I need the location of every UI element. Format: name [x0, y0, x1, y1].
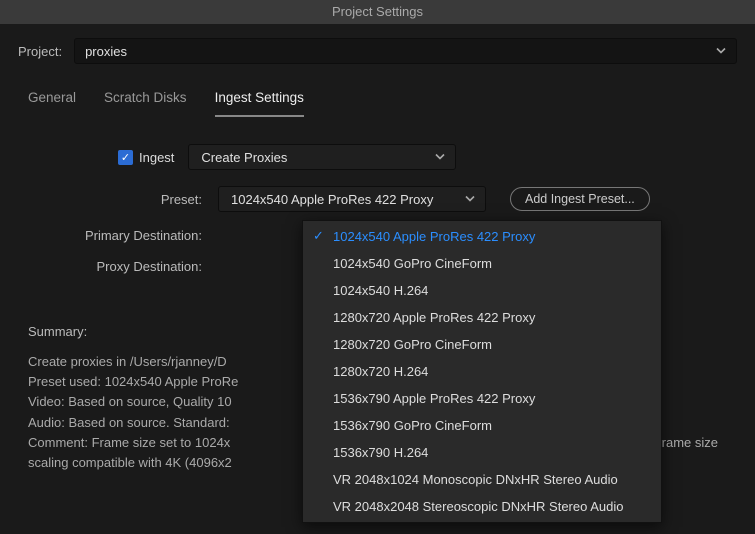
- preset-option[interactable]: 1536x790 Apple ProRes 422 Proxy: [303, 385, 661, 412]
- summary-line: Comment: Frame size set to 1024x: [28, 433, 230, 453]
- tab-general[interactable]: General: [28, 84, 76, 117]
- project-value: proxies: [85, 44, 127, 59]
- content-area: Project: proxies General Scratch Disks I…: [0, 24, 755, 473]
- preset-dropdown-menu: 1024x540 Apple ProRes 422 Proxy 1024x540…: [302, 220, 662, 523]
- chevron-down-icon: [716, 44, 726, 59]
- ingest-mode-value: Create Proxies: [201, 150, 287, 165]
- preset-option[interactable]: 1024x540 GoPro CineForm: [303, 250, 661, 277]
- ingest-checkbox[interactable]: ✓: [118, 150, 133, 165]
- preset-option[interactable]: 1280x720 H.264: [303, 358, 661, 385]
- preset-option[interactable]: 1536x790 GoPro CineForm: [303, 412, 661, 439]
- window-titlebar: Project Settings: [0, 0, 755, 24]
- preset-option[interactable]: 1280x720 GoPro CineForm: [303, 331, 661, 358]
- preset-label: Preset:: [28, 192, 208, 207]
- preset-option[interactable]: VR 2048x2048 Stereoscopic DNxHR Stereo A…: [303, 493, 661, 520]
- preset-row: Preset: 1024x540 Apple ProRes 422 Proxy …: [28, 186, 727, 212]
- project-select[interactable]: proxies: [74, 38, 737, 64]
- window-title: Project Settings: [332, 4, 423, 19]
- ingest-mode-dropdown[interactable]: Create Proxies: [188, 144, 456, 170]
- preset-dropdown[interactable]: 1024x540 Apple ProRes 422 Proxy: [218, 186, 486, 212]
- preset-option[interactable]: 1024x540 Apple ProRes 422 Proxy: [303, 223, 661, 250]
- tabs: General Scratch Disks Ingest Settings: [0, 84, 755, 118]
- chevron-down-icon: [465, 192, 475, 207]
- ingest-row: ✓ Ingest Create Proxies: [28, 144, 727, 170]
- proxy-destination-label: Proxy Destination:: [28, 259, 208, 274]
- preset-option[interactable]: 1536x790 H.264: [303, 439, 661, 466]
- add-ingest-preset-button[interactable]: Add Ingest Preset...: [510, 187, 650, 211]
- preset-option[interactable]: VR 2048x1024 Monoscopic DNxHR Stereo Aud…: [303, 466, 661, 493]
- project-row: Project: proxies: [0, 38, 755, 84]
- project-label: Project:: [18, 44, 62, 59]
- preset-value: 1024x540 Apple ProRes 422 Proxy: [231, 192, 433, 207]
- ingest-panel: ✓ Ingest Create Proxies Preset: 1024x540…: [0, 118, 755, 473]
- tab-scratch-disks[interactable]: Scratch Disks: [104, 84, 187, 117]
- tab-ingest-settings[interactable]: Ingest Settings: [215, 84, 304, 117]
- primary-destination-label: Primary Destination:: [28, 228, 208, 243]
- preset-option[interactable]: 1280x720 Apple ProRes 422 Proxy: [303, 304, 661, 331]
- preset-option[interactable]: 1024x540 H.264: [303, 277, 661, 304]
- ingest-label: Ingest: [139, 150, 174, 165]
- chevron-down-icon: [435, 150, 445, 165]
